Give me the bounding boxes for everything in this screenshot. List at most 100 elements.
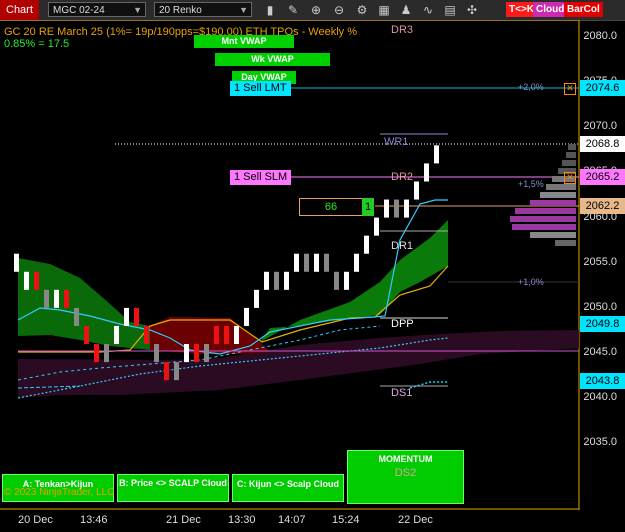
time-tick: 22 Dec xyxy=(398,514,433,526)
day-vwap-dotted-line xyxy=(409,381,448,389)
renko-bar xyxy=(54,289,59,308)
zoom-in-icon[interactable]: ⊕ xyxy=(308,2,324,18)
renko-bar xyxy=(294,253,299,272)
bar-type-value: 20 Renko xyxy=(159,5,202,16)
cloud-toggle-button[interactable]: Cloud xyxy=(533,2,568,17)
price-tick: 2080.0 xyxy=(583,30,617,42)
renko-bar xyxy=(154,344,159,363)
renko-bar xyxy=(284,271,289,290)
wr1-label: WR1 xyxy=(384,136,409,148)
renko-bar xyxy=(44,289,49,308)
renko-bar xyxy=(134,307,139,326)
price-tick: 2040.0 xyxy=(583,391,617,404)
renko-bar xyxy=(224,325,229,345)
cancel-order-icon[interactable]: ✕ xyxy=(564,83,576,95)
bar-style-icon[interactable]: ▮ xyxy=(262,2,278,18)
barcol-toggle-button[interactable]: BarCol xyxy=(564,2,603,17)
sell-limit-order-label[interactable]: 1 Sell LMT xyxy=(230,81,291,96)
renko-bar xyxy=(394,199,399,218)
position-qty-label[interactable]: 66 xyxy=(299,198,363,216)
data-box-icon[interactable]: ▦ xyxy=(376,2,392,18)
time-axis[interactable]: 20 Dec 13:46 21 Dec 13:30 14:07 15:24 22… xyxy=(0,510,625,532)
price-tick: 2050.0 xyxy=(583,300,617,313)
time-tick: 20 Dec xyxy=(18,514,53,526)
renko-bar xyxy=(364,235,369,254)
indicators-icon[interactable]: ∿ xyxy=(420,2,436,18)
dpp-label: DPP xyxy=(391,318,414,330)
sell-stop-order-label[interactable]: 1 Sell SLM xyxy=(230,170,292,185)
renko-bar xyxy=(264,271,269,290)
renko-bar xyxy=(424,163,429,182)
price-tick: 2045.0 xyxy=(583,346,617,359)
time-tick: 14:07 xyxy=(278,514,306,526)
renko-bar xyxy=(214,325,219,345)
renko-bar xyxy=(354,253,359,272)
renko-bar xyxy=(194,344,199,363)
pct-2-label: +2,0% xyxy=(518,82,544,92)
renko-bar xyxy=(324,253,329,272)
time-tick: 21 Dec xyxy=(166,514,201,526)
position-size-badge[interactable]: 1 xyxy=(362,198,374,216)
time-tick: 13:30 xyxy=(228,514,256,526)
chart-canvas[interactable] xyxy=(0,20,625,510)
dr2-label: DR2 xyxy=(391,171,414,183)
renko-bar xyxy=(14,253,19,272)
strategies-icon[interactable]: ♟ xyxy=(398,2,414,18)
crosshair-icon[interactable]: ✣ xyxy=(464,2,480,18)
zoom-out-icon[interactable]: ⊖ xyxy=(331,2,347,18)
renko-bar xyxy=(374,217,379,236)
vwap-price-tag: 2049.8 xyxy=(580,316,625,332)
properties-icon[interactable]: ⚙ xyxy=(354,2,370,18)
instrument-value: MGC 02-24 xyxy=(53,5,105,16)
renko-bar xyxy=(94,344,99,363)
renko-bar xyxy=(204,344,209,363)
sell-stop-price-tag: 2065.2 xyxy=(580,169,625,185)
tpo-percent-label: 0.85% = 17.5 xyxy=(4,38,70,50)
chart-toolbar: Chart MGC 02-24 ▼ 20 Renko ▼ ▮ ✎ ⊕ ⊖ ⚙ ▦… xyxy=(0,0,625,21)
ds2-label: DS2 xyxy=(394,467,417,479)
renko-bar xyxy=(244,307,249,326)
renko-bar xyxy=(84,325,89,345)
copyright-text: © 2023 NinjaTrader, LLC xyxy=(4,487,115,498)
cancel-order-icon[interactable]: ✕ xyxy=(564,172,576,184)
chart-window-label: Chart xyxy=(0,0,39,20)
chevron-down-icon: ▼ xyxy=(133,5,142,15)
renko-bar xyxy=(104,344,109,363)
instrument-selector[interactable]: MGC 02-24 ▼ xyxy=(48,2,146,17)
renko-bar xyxy=(314,253,319,272)
renko-bar xyxy=(234,325,239,345)
renko-bar xyxy=(144,325,149,345)
momentum-button[interactable]: MOMENTUM DS2 xyxy=(347,450,464,504)
time-tick: 15:24 xyxy=(332,514,360,526)
momentum-label: MOMENTUM xyxy=(378,454,433,464)
renko-bar xyxy=(184,344,189,363)
pct-1-label: +1,0% xyxy=(518,277,544,287)
chevron-down-icon: ▼ xyxy=(239,5,248,15)
dr3-label: DR3 xyxy=(391,24,414,36)
renko-bar xyxy=(414,181,419,200)
price-scalp-cloud-button[interactable]: B: Price <> SCALP Cloud xyxy=(117,474,229,502)
day-vwap-price-tag: 2043.8 xyxy=(580,373,625,389)
kijun-scalp-cloud-button[interactable]: C: Kijun <> Scalp Cloud xyxy=(232,474,344,502)
renko-bar xyxy=(124,307,129,326)
sell-limit-price-tag: 2074.6 xyxy=(580,80,625,96)
chart-panel[interactable]: GC 20 RE March 25 (1%= 19p/190pps=$190.0… xyxy=(0,20,625,510)
renko-bar xyxy=(344,271,349,290)
chart-title: GC 20 RE March 25 (1%= 19p/190pps=$190.0… xyxy=(4,26,357,38)
renko-bar xyxy=(434,145,439,164)
time-tick: 13:46 xyxy=(80,514,108,526)
last-price-tag: 2068.8 xyxy=(580,136,625,152)
renko-bar xyxy=(24,271,29,290)
tpo-profile xyxy=(510,144,576,246)
renko-bar xyxy=(404,199,409,218)
price-tick: 2055.0 xyxy=(583,255,617,268)
renko-bar xyxy=(114,325,119,345)
drawing-tools-icon[interactable]: ✎ xyxy=(285,2,301,18)
ds1-label: DS1 xyxy=(391,387,413,399)
template-icon[interactable]: ▤ xyxy=(442,2,458,18)
dr1-label: DR1 xyxy=(391,240,414,252)
renko-bar xyxy=(384,199,389,218)
price-tick: 2070.0 xyxy=(583,120,617,133)
monthly-vwap-label: Mnt VWAP xyxy=(194,35,294,48)
bar-type-selector[interactable]: 20 Renko ▼ xyxy=(154,2,252,17)
